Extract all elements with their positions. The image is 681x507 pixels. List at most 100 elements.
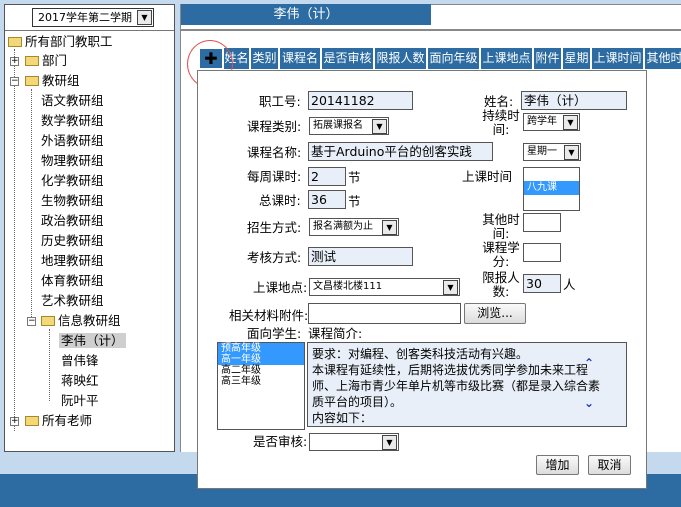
- class-time-label: 上课时间: [462, 169, 513, 184]
- expand-plus-icon[interactable]: +: [10, 417, 19, 426]
- other-time-field[interactable]: [523, 213, 561, 232]
- tree-item-member[interactable]: 曾伟锋: [61, 352, 99, 370]
- weekday-select[interactable]: 星期一 ▼: [523, 143, 581, 161]
- browse-button[interactable]: 浏览...: [464, 303, 526, 324]
- assess-method-label: 考核方式:: [247, 250, 302, 265]
- column-header[interactable]: 课程名: [280, 48, 321, 69]
- tree-item-group[interactable]: 政治教研组: [41, 212, 104, 230]
- tree-item-group[interactable]: 地理教研组: [41, 252, 104, 270]
- tree-item-group[interactable]: 历史教研组: [41, 232, 104, 250]
- staff-id-label: 职工号:: [259, 94, 301, 109]
- scroll-down-icon[interactable]: ⌄: [584, 396, 594, 410]
- attachment-label: 相关材料附件:: [229, 308, 309, 323]
- total-hours-field[interactable]: 36: [308, 190, 346, 209]
- staff-id-field[interactable]: 20141182: [308, 91, 413, 110]
- course-name-field[interactable]: 基于Arduino平台的创客实践: [308, 142, 493, 161]
- tree-node-info-group[interactable]: 信息教研组: [41, 312, 121, 330]
- chevron-down-icon[interactable]: ▼: [382, 435, 397, 450]
- tree-guide-line: [49, 329, 50, 401]
- chevron-down-icon[interactable]: ▼: [563, 115, 578, 130]
- tree-item-group[interactable]: 化学教研组: [41, 172, 104, 190]
- location-select[interactable]: 文昌楼北楼111 ▼: [309, 278, 460, 296]
- folder-icon: [25, 416, 39, 426]
- tree-node-all-teachers[interactable]: 所有老师: [25, 412, 92, 430]
- total-hours-label: 总课时:: [259, 193, 301, 208]
- chevron-down-icon[interactable]: ▼: [382, 220, 397, 235]
- table-header: 姓名 类别 课程名 是否审核 限报人数 面向年级 上课地点 附件 星期 上课时间…: [195, 48, 681, 69]
- attachment-field[interactable]: [308, 303, 461, 324]
- credits-field[interactable]: [523, 243, 561, 262]
- folder-open-icon: [25, 76, 39, 86]
- column-header[interactable]: 上课地点: [481, 48, 533, 69]
- tree-item-group[interactable]: 数学教研组: [41, 112, 104, 130]
- column-header[interactable]: 面向年级: [428, 48, 480, 69]
- tree-item-group[interactable]: 外语教研组: [41, 132, 104, 150]
- target-students-label: 面向学生:: [247, 326, 302, 341]
- grade-listbox[interactable]: 预高年级 高一年级 高二年级 高三年级: [217, 342, 305, 430]
- tree-node-root[interactable]: 所有部门教职工: [8, 33, 113, 51]
- enroll-method-label: 招生方式:: [247, 220, 302, 235]
- list-item[interactable]: 高三年级: [218, 376, 304, 387]
- column-header[interactable]: 是否审核: [322, 48, 374, 69]
- column-header[interactable]: 星期: [563, 48, 591, 69]
- review-select[interactable]: ▼: [309, 433, 399, 451]
- tree-node-dept[interactable]: 部门: [25, 52, 67, 70]
- duration-label: 持续时间:: [482, 108, 520, 137]
- name-field[interactable]: 李伟（计）: [521, 91, 627, 110]
- list-item-selected[interactable]: 八九课: [524, 181, 579, 195]
- scroll-up-icon[interactable]: ⌃: [584, 356, 594, 370]
- course-dialog: 职工号: 20141182 姓名: 李伟（计） 课程类别: 拓展课报名 ▼ 持续…: [197, 70, 647, 489]
- chevron-down-icon[interactable]: ▼: [372, 119, 387, 134]
- tree-node-research[interactable]: 教研组: [25, 72, 80, 90]
- column-header[interactable]: 上课时间: [592, 48, 644, 69]
- chevron-down-icon[interactable]: ▼: [564, 145, 579, 160]
- class-time-listbox[interactable]: 八九课: [523, 167, 580, 211]
- folder-icon: [25, 56, 39, 66]
- tree-item-group[interactable]: 艺术教研组: [41, 292, 104, 310]
- column-header[interactable]: 类别: [251, 48, 279, 69]
- list-item-selected[interactable]: 高一年级: [218, 354, 304, 365]
- list-item-selected[interactable]: 预高年级: [218, 343, 304, 354]
- divider: [5, 30, 174, 31]
- tree-item-group[interactable]: 生物教研组: [41, 192, 104, 210]
- enroll-method-select[interactable]: 报名满额为止 ▼: [309, 218, 399, 236]
- chevron-down-icon[interactable]: ▼: [137, 10, 152, 25]
- column-header[interactable]: 附件: [534, 48, 562, 69]
- unit-ren: 人: [563, 277, 576, 292]
- intro-textarea[interactable]: 要求：对编程、创客类科技活动有兴趣。 本课程有延续性，后期将选拔优秀同学参加未来…: [307, 342, 627, 427]
- tree-panel: 2017学年第二学期 ▼ 所有部门教职工 + 部门 − 教研组 语文教研组 数学…: [4, 4, 175, 452]
- tree-item-group[interactable]: 物理教研组: [41, 152, 104, 170]
- tree-item-group[interactable]: 语文教研组: [41, 92, 104, 110]
- assess-method-field[interactable]: 测试: [308, 247, 413, 266]
- tree-guide-line: [31, 89, 32, 317]
- collapse-minus-icon[interactable]: −: [27, 317, 36, 326]
- limit-field[interactable]: 30: [523, 274, 561, 293]
- cancel-button[interactable]: 取消: [588, 455, 631, 475]
- duration-select[interactable]: 跨学年 ▼: [523, 113, 580, 131]
- tree-item-group[interactable]: 体育教研组: [41, 272, 104, 290]
- tree-guide-line: [14, 49, 15, 431]
- list-item[interactable]: [524, 195, 579, 208]
- folder-open-icon: [41, 316, 55, 326]
- weekly-hours-field[interactable]: 2: [308, 167, 346, 186]
- column-header[interactable]: 限报人数: [375, 48, 427, 69]
- expand-plus-icon[interactable]: +: [10, 57, 19, 66]
- column-header[interactable]: 其他时: [645, 48, 681, 69]
- list-item[interactable]: [524, 168, 579, 181]
- semester-select[interactable]: 2017学年第二学期 ▼: [32, 8, 154, 27]
- tree-item-member[interactable]: 阮叶平: [61, 392, 99, 410]
- chevron-down-icon[interactable]: ▼: [443, 280, 458, 295]
- location-label: 上课地点:: [253, 280, 308, 295]
- add-button[interactable]: 增加: [536, 455, 579, 475]
- course-type-select[interactable]: 拓展课报名 ▼: [309, 117, 389, 135]
- list-item[interactable]: 高二年级: [218, 365, 304, 376]
- limit-label: 限报人数:: [482, 270, 520, 299]
- unit-jie: 节: [348, 194, 361, 209]
- intro-text: 要求：对编程、创客类科技活动有兴趣。 本课程有延续性，后期将选拔优秀同学参加未来…: [312, 347, 601, 425]
- tree-item-member[interactable]: 蒋映红: [61, 372, 99, 390]
- divider: [181, 29, 681, 31]
- collapse-minus-icon[interactable]: −: [10, 77, 19, 86]
- folder-open-icon: [8, 37, 22, 47]
- tree-item-member-selected[interactable]: 李伟（计）: [59, 332, 126, 350]
- course-type-label: 课程类别:: [247, 119, 302, 134]
